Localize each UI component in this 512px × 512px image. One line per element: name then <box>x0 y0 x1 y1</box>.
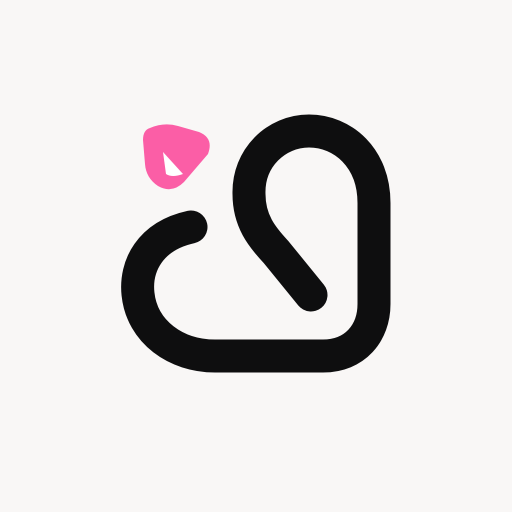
heart-line-logo-icon <box>121 114 391 373</box>
logo-canvas <box>0 0 512 512</box>
pink-accent-icon <box>143 124 210 190</box>
